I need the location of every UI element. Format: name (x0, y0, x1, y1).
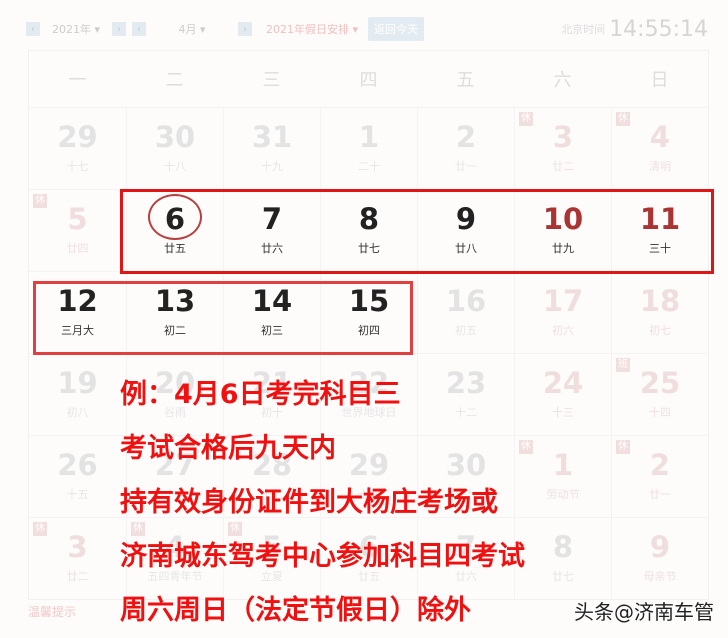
day-cell[interactable]: 24 十三 (514, 354, 611, 435)
weekday-label: 一 (68, 70, 87, 91)
lunar-date: 廿一 (455, 160, 477, 173)
weekday-label: 六 (553, 70, 572, 91)
lunar-date: 廿四 (66, 242, 89, 255)
lunar-date: 初七 (649, 324, 671, 337)
lunar-date: 母亲节 (643, 570, 677, 583)
holiday-badge: 休 (519, 112, 533, 126)
day-number: 26 (57, 448, 98, 482)
note-line: 持有效身份证件到大杨庄考场或 (120, 487, 498, 518)
today-button[interactable]: 返回今天 (368, 17, 425, 41)
footer-tip: 温馨提示 (28, 605, 77, 619)
weekday-label: 二 (165, 70, 184, 91)
day-cell[interactable]: 9 母亲节 (611, 518, 708, 599)
weekday-label: 五 (456, 70, 475, 91)
week-row: 29 十七 30 十八 31 十九 1 二十 2 廿一 休 3 廿二休 4 清明 (29, 107, 708, 189)
day-cell[interactable]: 19 初八 (29, 354, 126, 435)
lunar-date: 廿一 (649, 488, 671, 501)
holiday-badge: 休 (33, 194, 47, 208)
day-number: 31 (251, 120, 293, 154)
weekday-label: 四 (359, 70, 378, 91)
circle-mark (148, 194, 202, 240)
day-number: 24 (542, 366, 584, 400)
day-cell[interactable]: 休 2 廿一 (611, 436, 708, 517)
beijing-time-label: 北京时间 (561, 23, 606, 36)
lunar-date: 初五 (455, 324, 477, 337)
lunar-date: 十四 (649, 406, 671, 419)
day-cell[interactable]: 休 4 清明 (611, 108, 708, 189)
lunar-date: 十八 (164, 160, 186, 173)
day-number: 29 (57, 120, 98, 154)
lunar-date: 廿二 (66, 570, 89, 583)
next-month-button[interactable]: › (238, 22, 252, 36)
month-value: 4月 (178, 23, 197, 36)
lunar-date: 十五 (66, 488, 89, 501)
day-cell[interactable]: 30 十八 (126, 108, 223, 189)
note-line: 周六周日（法定节假日）除外 (120, 595, 471, 626)
day-cell[interactable]: 2 廿一 (417, 108, 514, 189)
lunar-date: 初八 (66, 406, 89, 419)
year-value: 2021年 (51, 23, 91, 36)
day-number: 8 (552, 530, 574, 564)
day-number: 17 (542, 284, 584, 318)
day-cell[interactable]: 16 初五 (417, 272, 514, 353)
note-line: 考试合格后九天内 (120, 433, 336, 464)
day-number: 30 (154, 120, 196, 154)
weekday-header: 一二三四五六日 (29, 51, 708, 107)
highlight-box-week (120, 189, 714, 274)
lunar-date: 十九 (261, 160, 283, 173)
day-cell[interactable]: 26 十五 (29, 436, 126, 517)
highlight-box-days (33, 281, 413, 355)
day-number: 16 (445, 284, 487, 318)
lunar-date: 十七 (66, 160, 89, 173)
note-line: 例：4月6日考完科目三 (120, 379, 401, 410)
lunar-date: 十三 (552, 406, 574, 419)
lunar-date: 廿二 (552, 160, 574, 173)
day-cell[interactable]: 17 初六 (514, 272, 611, 353)
holiday-badge: 休 (616, 440, 630, 454)
day-cell[interactable]: 休 3 廿二 (514, 108, 611, 189)
day-cell[interactable]: 31 十九 (223, 108, 320, 189)
lunar-date: 廿七 (552, 570, 574, 583)
day-number: 1 (358, 120, 380, 154)
day-cell[interactable]: 8 廿七 (514, 518, 611, 599)
year-select[interactable]: 2021年 ▾ (46, 21, 106, 37)
day-number: 9 (649, 530, 671, 564)
month-select[interactable]: 4月 ▾ (152, 21, 232, 37)
day-number: 19 (57, 366, 98, 400)
lunar-date: 清明 (649, 160, 671, 173)
day-cell[interactable]: 1 二十 (320, 108, 417, 189)
prev-month-button[interactable]: ‹ (132, 22, 146, 36)
lunar-date: 初六 (552, 324, 574, 337)
holiday-value: 2021年假日安排 (266, 23, 349, 36)
clock: 14:55:14 (609, 16, 708, 42)
day-cell[interactable]: 班 25 十四 (611, 354, 708, 435)
day-cell[interactable]: 休 1 劳动节 (514, 436, 611, 517)
holiday-badge: 班 (616, 358, 630, 372)
day-number: 2 (455, 120, 477, 154)
weekday-label: 日 (650, 70, 669, 91)
note-line: 济南城东驾考中心参加科目四考试 (120, 541, 525, 572)
watermark: 头条@济南车管 (574, 600, 714, 624)
day-cell[interactable]: 休 3 廿二 (29, 518, 126, 599)
annotation-text: 例：4月6日考完科目三 考试合格后九天内 持有效身份证件到大杨庄考场或 济南城东… (120, 368, 525, 638)
day-cell[interactable]: 29 十七 (29, 108, 126, 189)
day-cell[interactable]: 休 5 廿四 (29, 190, 126, 271)
lunar-date: 二十 (358, 160, 380, 173)
lunar-date: 劳动节 (546, 488, 580, 501)
holiday-badge: 休 (33, 522, 47, 536)
prev-year-button[interactable]: ‹ (26, 22, 40, 36)
weekday-label: 三 (262, 70, 281, 91)
day-cell[interactable]: 18 初七 (611, 272, 708, 353)
holiday-select[interactable]: 2021年假日安排 ▾ (266, 21, 358, 37)
toolbar: ‹ 2021年 ▾ › ‹ 4月 ▾ › 2021年假日安排 ▾ 返回今天 北京… (26, 14, 708, 44)
day-number: 18 (639, 284, 681, 318)
holiday-badge: 休 (616, 112, 630, 126)
next-year-button[interactable]: › (112, 22, 126, 36)
